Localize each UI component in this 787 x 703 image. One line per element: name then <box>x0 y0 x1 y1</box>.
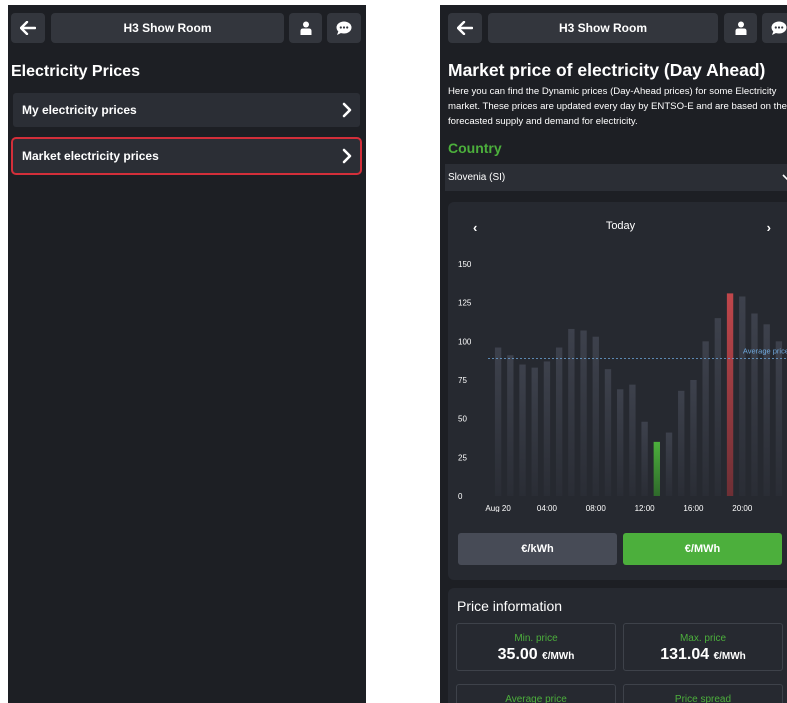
back-button[interactable] <box>11 13 45 43</box>
country-label: Country <box>448 140 502 156</box>
chevron-right-icon <box>342 148 352 164</box>
country-select[interactable]: Slovenia (SI) <box>445 164 787 191</box>
profile-button[interactable] <box>724 13 757 43</box>
average-price-label: Average price <box>743 346 787 355</box>
price-bar <box>751 313 758 496</box>
price-bar <box>641 421 648 496</box>
price-bar <box>617 389 624 496</box>
x-tick-label: 12:00 <box>635 504 656 512</box>
x-tick-label: Aug 20 <box>485 504 511 512</box>
chevron-down-icon <box>782 174 787 181</box>
header-title: H3 Show Room <box>123 21 212 35</box>
max-price-value: 131.04 €/MWh <box>624 646 782 664</box>
price-bar <box>665 432 673 496</box>
price-bar <box>580 330 587 496</box>
page-title: Market price of electricity (Day Ahead) <box>448 60 766 80</box>
header-title-box: H3 Show Room <box>51 13 284 43</box>
price-bar <box>592 336 599 496</box>
kwh-unit-button[interactable]: €/kWh <box>458 533 617 565</box>
menu-item-label: My electricity prices <box>22 103 137 117</box>
price-bar <box>739 296 746 496</box>
menu-item-label: Market electricity prices <box>22 149 159 163</box>
country-value: Slovenia (SI) <box>448 172 506 183</box>
max-price-number: 131.04 <box>660 646 710 663</box>
y-tick-label: 125 <box>458 299 472 308</box>
price-info-card: Price information Min. price 35.00 €/MWh… <box>448 588 787 703</box>
y-tick-label: 25 <box>458 453 467 462</box>
min-price-unit: €/MWh <box>542 651 575 662</box>
y-tick-label: 0 <box>458 492 463 501</box>
x-tick-label: 20:00 <box>732 504 753 512</box>
price-info-title: Price information <box>457 598 563 614</box>
mwh-unit-button[interactable]: €/MWh <box>623 533 782 565</box>
page-title: Electricity Prices <box>11 63 140 80</box>
price-spread-label: Price spread <box>674 694 732 703</box>
price-bar <box>629 384 636 496</box>
y-tick-label: 100 <box>458 337 472 346</box>
max-price-label: Max. price <box>679 633 727 644</box>
y-tick-label: 75 <box>458 376 467 385</box>
max-price-unit: €/MWh <box>713 651 746 662</box>
header-title-box: H3 Show Room <box>488 13 718 43</box>
x-tick-label: 04:00 <box>537 504 558 512</box>
price-bar <box>519 364 526 496</box>
price-bar <box>678 390 685 496</box>
average-price-label: Average price <box>505 694 567 703</box>
left-screen: H3 Show Room Electricity Prices My elect… <box>8 5 366 703</box>
user-icon <box>300 21 311 35</box>
top-bar: H3 Show Room <box>440 13 787 43</box>
chat-icon <box>771 21 787 35</box>
price-bar <box>568 328 575 496</box>
min-price-stat: Min. price 35.00 €/MWh <box>456 623 616 671</box>
y-tick-label: 150 <box>458 260 472 269</box>
price-bar <box>702 341 709 496</box>
back-button[interactable] <box>448 13 482 43</box>
price-bar <box>653 441 660 496</box>
price-chart-card: ‹ Today › 0 25 50 75 100 125 150 Average price… <box>448 202 787 580</box>
user-icon <box>735 21 746 35</box>
price-bar <box>604 369 612 496</box>
my-electricity-prices-item[interactable]: My electricity prices <box>13 93 360 127</box>
description: Here you can find the Dynamic prices (Da… <box>448 86 787 127</box>
price-spread-stat: Price spread <box>623 684 783 703</box>
chat-button[interactable] <box>327 13 361 43</box>
price-bar <box>507 355 514 496</box>
price-bar <box>690 380 697 496</box>
right-screen: H3 Show Room Market price of electricity… <box>440 5 787 703</box>
price-bar <box>543 361 551 496</box>
arrow-left-icon <box>20 21 36 35</box>
max-price-stat: Max. price 131.04 €/MWh <box>623 623 783 671</box>
min-price-number: 35.00 <box>497 646 538 663</box>
price-bar <box>714 318 722 496</box>
price-bar <box>726 293 734 496</box>
market-electricity-prices-item[interactable]: Market electricity prices <box>11 137 362 175</box>
price-bar-chart: 0 25 50 75 100 125 150 Average price Aug 20 04:… <box>458 260 787 512</box>
min-price-value: 35.00 €/MWh <box>457 646 615 664</box>
profile-button[interactable] <box>289 13 322 43</box>
y-tick-label: 50 <box>458 415 467 424</box>
chat-icon <box>336 21 352 35</box>
min-price-label: Min. price <box>514 633 558 644</box>
x-tick-label: 08:00 <box>586 504 607 512</box>
chat-button[interactable] <box>762 13 787 43</box>
top-bar: H3 Show Room <box>8 13 366 43</box>
chevron-right-icon <box>342 102 352 118</box>
x-tick-label: 16:00 <box>683 504 704 512</box>
average-price-stat: Average price <box>456 684 616 703</box>
price-bar <box>775 341 783 496</box>
price-bar <box>555 347 563 496</box>
price-bar <box>531 367 538 496</box>
price-bar <box>494 347 502 496</box>
header-title: H3 Show Room <box>558 21 647 35</box>
arrow-left-icon <box>457 21 473 35</box>
